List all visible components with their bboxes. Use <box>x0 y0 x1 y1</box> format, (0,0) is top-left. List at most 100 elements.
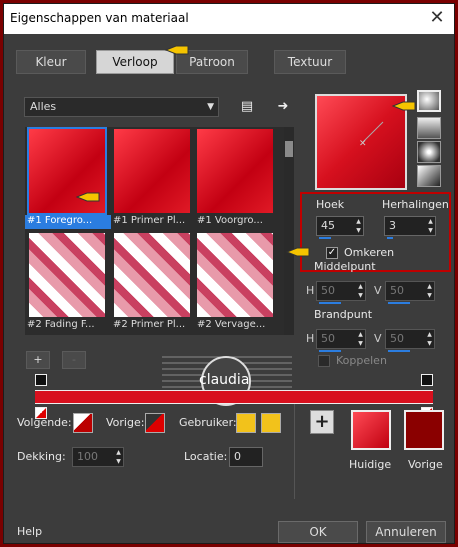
current-swatch-label: Huidige <box>349 458 392 471</box>
category-value: Alles <box>30 100 57 113</box>
value-bar <box>319 237 331 239</box>
invert-label[interactable]: Omkeren <box>344 246 394 259</box>
gradient-swatch <box>197 129 273 213</box>
thumbnail-fading[interactable] <box>27 233 107 317</box>
thumbnail-scrollbar[interactable] <box>284 127 294 335</box>
spinner-arrows-icon[interactable]: ▲ ▼ <box>425 282 434 300</box>
repeats-label: Herhalingen <box>382 198 449 211</box>
center-v-label: V <box>374 284 382 297</box>
thumbnail-label: #2 Vervage... <box>197 319 266 330</box>
value-bar <box>387 237 393 239</box>
next-label: Volgende: <box>17 416 72 429</box>
repeats-spinner[interactable]: 3 ▲ ▼ <box>384 216 436 239</box>
help-link[interactable]: Help <box>17 525 42 538</box>
gradient-swatch <box>197 233 273 317</box>
chevron-down-icon: ▼ <box>207 102 214 112</box>
repeats-value: 3 <box>389 219 396 232</box>
user-label: Gebruiker: <box>179 416 237 429</box>
user-color-1[interactable] <box>236 413 256 433</box>
invert-checkbox[interactable]: ✓ <box>326 247 338 259</box>
opacity-stop-left[interactable] <box>35 374 47 386</box>
linear-style-button[interactable] <box>417 90 441 112</box>
thumbnail-voorgrond[interactable] <box>195 129 275 213</box>
thumbnail-grid: #1 Foregro... #1 Primer Pl... #1 Voorgro… <box>25 127 285 335</box>
gradient-library: Alles ▼ ▤ ➜ #1 Foregro... #1 Primer Pl..… <box>22 94 296 342</box>
dialog-footer: Help OK Annuleren <box>4 521 454 543</box>
previous-swatch-label: Vorige <box>408 458 443 471</box>
gradient-bar[interactable] <box>35 390 433 404</box>
category-dropdown[interactable]: Alles ▼ <box>24 97 219 117</box>
spinner-arrows-icon[interactable]: ▲ ▼ <box>426 217 435 235</box>
thumbnail-primer[interactable] <box>112 129 192 213</box>
cancel-button[interactable]: Annuleren <box>366 521 446 543</box>
ok-button[interactable]: OK <box>278 521 358 543</box>
thumbnail-label: #1 Foregro... <box>25 215 111 229</box>
thumbnail-label: #1 Voorgro... <box>197 215 263 226</box>
sunburst-style-button[interactable] <box>417 141 441 163</box>
gradient-swatch <box>114 129 190 213</box>
spinner-arrows-icon[interactable]: ▲ ▼ <box>354 217 363 235</box>
arrow-right-icon[interactable]: ➜ <box>272 97 294 117</box>
window-title: Eigenschappen van materiaal <box>10 11 189 25</box>
center-v-value: 50 <box>390 284 404 297</box>
close-button[interactable]: ✕ <box>424 7 450 31</box>
gradient-swatch <box>29 233 105 317</box>
opacity-value: 100 <box>77 450 98 463</box>
rectangular-style-button[interactable] <box>417 117 441 139</box>
svg-text:✕: ✕ <box>359 139 367 149</box>
current-swatch[interactable] <box>351 410 391 450</box>
thumbnail-label: #2 Fading F... <box>27 319 95 330</box>
center-h-spinner[interactable]: 50 ▲ ▼ <box>316 281 366 304</box>
stop-settings: Volgende: Vorige: Gebruiker: Dekking: 10… <box>4 404 454 519</box>
center-h-value: 50 <box>321 284 335 297</box>
user-color-2[interactable] <box>261 413 281 433</box>
thumbnail-primer-2[interactable] <box>112 233 192 317</box>
add-swatch-button[interactable]: + <box>310 410 334 434</box>
center-point-label: Middelpunt <box>314 260 376 273</box>
tab-textuur[interactable]: Textuur <box>274 50 346 74</box>
spinner-arrows-icon[interactable]: ▲ ▼ <box>356 282 365 300</box>
opacity-stop-right[interactable] <box>421 374 433 386</box>
center-h-label: H <box>306 284 315 297</box>
location-field[interactable]: 0 <box>229 447 263 467</box>
tab-kleur[interactable]: Kleur <box>16 50 86 74</box>
thumbnail-vervagen[interactable] <box>195 233 275 317</box>
center-v-spinner[interactable]: 50 ▲ ▼ <box>385 281 435 304</box>
thumbnail-label: #2 Primer Pl... <box>113 319 186 330</box>
thumbnail-label: #1 Primer Pl... <box>113 215 186 226</box>
hand-pointer-icon <box>75 192 100 202</box>
opacity-spinner[interactable]: 100 ▲ ▼ <box>72 447 124 467</box>
thumbnail-foreground[interactable] <box>27 127 107 215</box>
previous-swatch[interactable] <box>404 410 444 450</box>
radial-style-button[interactable] <box>417 165 441 187</box>
hand-pointer-icon <box>285 247 310 257</box>
focal-point-label: Brandpunt <box>314 308 373 321</box>
hand-pointer-icon <box>164 45 189 55</box>
hand-pointer-icon <box>391 101 416 111</box>
tab-strip: Kleur Verloop Patroon Textuur <box>4 45 454 80</box>
remove-stop-button[interactable]: - <box>62 351 86 369</box>
open-library-icon[interactable]: ▤ <box>236 97 258 117</box>
scrollbar-thumb[interactable] <box>285 141 293 157</box>
next-color-button[interactable] <box>73 413 93 433</box>
opacity-label: Dekking: <box>17 450 66 463</box>
outer-frame: Eigenschappen van materiaal ✕ Kleur Verl… <box>0 0 458 547</box>
divider <box>294 404 295 499</box>
location-value: 0 <box>234 450 241 463</box>
location-label: Locatie: <box>184 450 228 463</box>
material-properties-dialog: Eigenschappen van materiaal ✕ Kleur Verl… <box>3 3 455 544</box>
gradient-swatch <box>114 233 190 317</box>
previous-color-button[interactable] <box>145 413 165 433</box>
gradient-preview[interactable]: ✕ <box>315 94 416 190</box>
angle-label: Hoek <box>316 198 345 211</box>
previous-label: Vorige: <box>106 416 145 429</box>
value-bar <box>319 302 341 304</box>
title-bar: Eigenschappen van materiaal ✕ <box>4 4 454 34</box>
angle-spinner[interactable]: 45 ▲ ▼ <box>316 216 364 239</box>
tab-verloop[interactable]: Verloop <box>96 50 174 74</box>
watermark-text: claudia <box>199 372 250 388</box>
add-stop-button[interactable]: + <box>26 351 50 369</box>
value-bar <box>388 302 410 304</box>
spinner-arrows-icon[interactable]: ▲ ▼ <box>114 448 123 466</box>
angle-value: 45 <box>321 219 335 232</box>
